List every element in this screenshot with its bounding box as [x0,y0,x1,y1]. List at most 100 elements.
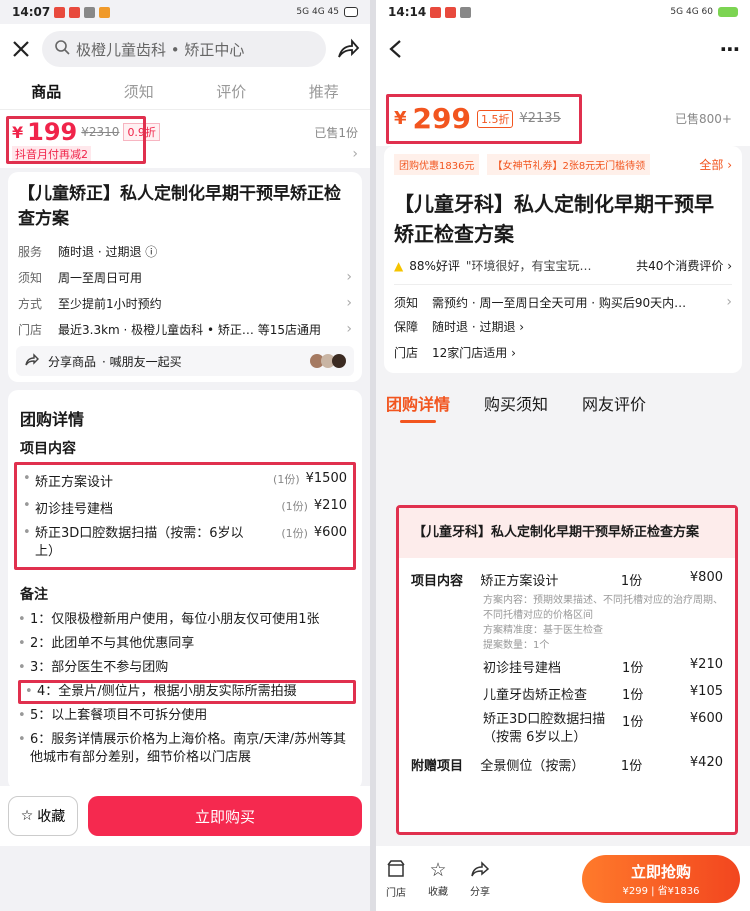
product-title: 【儿童矫正】私人定制化早期干预早矫正检查方案 [18,184,341,229]
note-item: • 5：以上套餐项目不可拆分使用 [18,708,208,723]
coupons-all-link[interactable]: 全部 › [699,156,732,173]
chevron-right-icon: › [346,321,352,337]
gift-item: 附赠项目 全景侧位（按需） 1份 ¥420 [411,755,723,774]
battery-icon [718,7,738,17]
product-card: 【儿童矫正】私人定制化早期干预早矫正检查方案 服务 随时退 · 过期退 ⓘ 须知周… [8,172,362,382]
package-title: 【儿童牙科】私人定制化早期干预早矫正检查方案 [399,508,735,558]
app-icon [460,6,472,18]
invite-text: · 喊朋友一起买 [102,354,182,369]
app-icon [69,6,81,18]
note-item: • 1：仅限极橙新用户使用，每位小朋友仅可使用1张 [18,612,320,627]
bottom-bar: ☆ 收藏 立即购买 [0,786,370,846]
store-icon [386,859,406,882]
package-highlight-box: 【儿童牙科】私人定制化早期干预早矫正检查方案 项目内容 矫正方案设计 1份 ¥800 … [396,505,738,835]
app-icon [430,6,442,18]
info-row-notice[interactable]: 须知 需预约 · 周一至周日全天可用 · 购买后90天内… › [394,285,732,313]
avatar-group [310,354,346,368]
app-icon [54,6,66,18]
package-item: 儿童牙齿矫正检查 1份 ¥105 [483,684,723,703]
status-bar: 14:14 5G 4G 60 [376,0,750,24]
tab-notice[interactable]: 须知 [114,75,164,108]
tab-group-detail[interactable]: 团购详情 [386,391,450,423]
signal-text: 5G 4G 45 [296,7,339,17]
info-row-service[interactable]: 服务 随时退 · 过期退 ⓘ [8,238,362,264]
group-detail-card: 团购详情 项目内容 • 矫正方案设计 (1份) ¥1500 • 初诊挂号建档 (1份) ¥2… [8,390,362,790]
star-icon: ☆ [20,808,34,824]
share-bar[interactable]: 分享商品 · 喊朋友一起买 [16,346,354,376]
header: 极橙儿童齿科 • 矫正中心 [0,24,370,74]
grab-now-button[interactable]: 立即抢购 ¥299 | 省¥1836 [582,854,740,903]
tab-purchase-notice[interactable]: 购买须知 [484,391,548,415]
search-bar[interactable]: 极橙儿童齿科 • 矫正中心 [42,31,326,67]
tab-reviews[interactable]: 评价 [206,75,256,108]
highlight-box [386,94,582,144]
share-icon [470,860,490,881]
share-icon[interactable] [336,38,360,60]
package-item: 初诊挂号建档 1份 ¥210 [483,657,723,676]
left-screenshot: 14:07 5G 4G 45 极橙儿童齿科 • 矫正中心 商品 须知 评价 推荐… [0,0,370,911]
tab-goods[interactable]: 商品 [21,75,72,113]
search-icon [54,39,70,59]
share-label: 分享商品 [48,354,97,369]
store-button[interactable]: 门店 [386,859,406,899]
tab-user-reviews[interactable]: 网友评价 [582,391,646,415]
info-row-notice[interactable]: 须知 周一至周日可用 › [8,264,362,290]
info-row-store[interactable]: 门店 12家门店适用 › [394,339,732,365]
price-section: ¥ 299 1.5折 ¥2135 已售800+ [376,74,750,146]
coupon-tag[interactable]: 团购优惠1836元 [394,154,480,175]
favorite-button[interactable]: ☆ 收藏 [428,859,448,898]
package-item: 项目内容 矫正方案设计 1份 ¥800 [411,570,723,589]
header: ⋯ [376,24,750,74]
price-section: ¥ 199 ¥2310 0.9折 已售1份 抖音月付再减2 › [0,110,370,168]
status-time: 14:07 [12,5,51,19]
close-icon[interactable] [10,38,32,60]
note-item: • 3：部分医生不参与团购 [18,660,169,675]
notes-title: 备注 [20,587,48,603]
buy-now-button[interactable]: 立即购买 [88,796,362,836]
detail-tabs: 团购详情 购买须知 网友评价 [376,383,750,423]
search-text: 极橙儿童齿科 • 矫正中心 [76,40,245,59]
favorite-button[interactable]: ☆ 收藏 [8,796,78,836]
items-highlight-box: • 矫正方案设计 (1份) ¥1500 • 初诊挂号建档 (1份) ¥210 • 矫正3D口腔… [14,462,356,570]
app-icon [99,6,111,18]
info-row-guarantee[interactable]: 保障 随时退 · 过期退 › [394,313,732,339]
note-item: • 2：此团单不与其他优惠同享 [18,636,195,651]
coupon-tag[interactable]: 【女神节礼券】2张8元无门槛待领 [487,154,651,175]
list-item: • 初诊挂号建档 (1份) ¥210 [23,498,347,517]
avatar [332,354,346,368]
info-row-store[interactable]: 门店 最近3.3km · 极橙儿童齿科 • 矫正… 等15店通用 › [8,316,362,342]
thumb-icon: ▲ [394,258,404,273]
more-icon[interactable]: ⋯ [720,37,740,61]
status-time: 14:14 [388,5,427,19]
package-item: 矫正3D口腔数据扫描（按需 6岁以上） 1份 ¥600 [483,711,723,745]
coupon-row: 团购优惠1836元 【女神节礼券】2张8元无门槛待领 全部 › [394,154,732,175]
share-button[interactable]: 分享 [470,860,490,898]
sold-count: 已售1份 [314,125,358,140]
right-screenshot: 14:14 5G 4G 60 ⋯ ¥ 299 1.5折 ¥2135 已售800+… [376,0,750,911]
info-row-method[interactable]: 方式 至少提前1小时预约 › [8,290,362,316]
note-item-highlighted: • 4：全景片/侧位片，根据小朋友实际所需拍摄 [18,680,356,704]
subsection-title: 项目内容 [20,441,76,457]
rating-row[interactable]: ▲ 88%好评 "环境很好，有宝宝玩… 共40个消费评价 › [394,257,732,285]
bottom-bar: 门店 ☆ 收藏 分享 立即抢购 ¥299 | 省¥1836 [376,846,750,911]
share-icon [24,352,40,370]
tab-bar: 商品 须知 评价 推荐 [0,74,370,113]
highlight-box [6,116,146,164]
item-description: 方案内容：预期效果描述、不同托槽对应的治疗周期、不同托槽对应的价格区间 [483,595,723,621]
item-description: 方案精准度：基于医生检查 [483,625,603,636]
list-item: • 矫正方案设计 (1份) ¥1500 [23,471,347,490]
app-icon [445,6,457,18]
chevron-right-icon: › [346,269,352,285]
note-item: • 6：服务详情展示价格为上海价格。南京/天津/苏州等其他城市有部分差别，细节价格… [18,732,347,765]
section-title: 团购详情 [20,410,85,429]
back-icon[interactable] [386,38,406,60]
product-card: 团购优惠1836元 【女神节礼券】2张8元无门槛待领 全部 › 【儿童牙科】私人… [384,146,742,373]
signal-text: 5G 4G 60 [670,7,713,17]
sold-count: 已售800+ [675,112,732,126]
star-icon: ☆ [429,859,447,881]
battery-icon [344,7,358,17]
product-title: 【儿童牙科】私人定制化早期干预早矫正检查方案 [394,192,714,246]
list-item: • 矫正3D口腔数据扫描（按需：6岁以上） (1份) ¥600 [23,525,347,559]
chevron-right-icon[interactable]: › [352,146,358,162]
tab-recommend[interactable]: 推荐 [299,75,349,108]
